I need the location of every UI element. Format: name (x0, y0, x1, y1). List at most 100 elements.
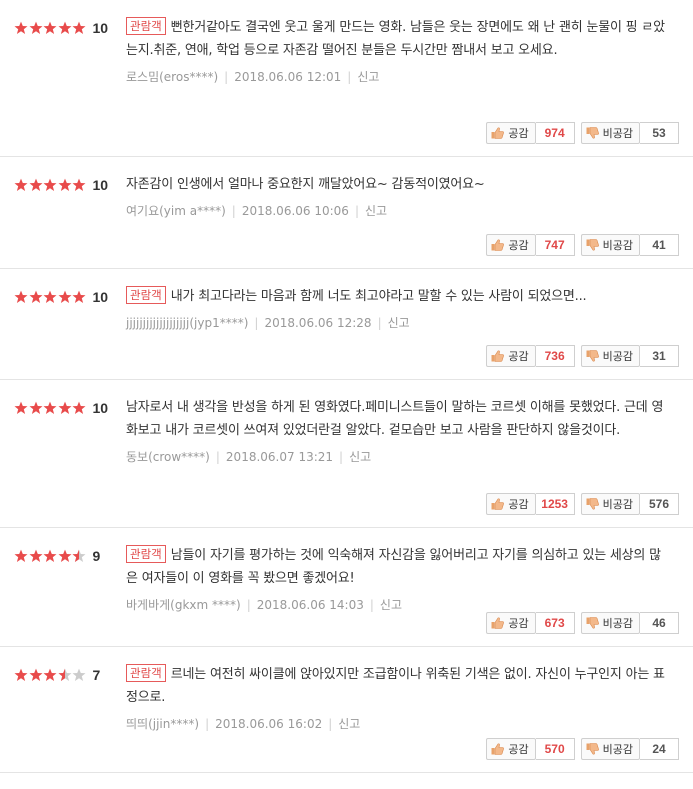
review-date: 2018.06.06 14:03 (256, 598, 364, 612)
thumbs-up-icon (491, 498, 505, 510)
dislike-count: 53 (640, 122, 679, 144)
review-body: 뻔한거같아도 결국엔 웃고 울게 만드는 영화. 남들은 웃는 장면에도 왜 난… (126, 20, 665, 58)
report-link[interactable]: 신고 (365, 204, 387, 218)
review-content: 남자로서 내 생각을 반성을 하게 된 영화였다.페미니스트들이 말하는 코르셋… (126, 396, 666, 466)
dislike-button[interactable]: 비공감 (580, 738, 640, 760)
thumbs-up-icon (491, 127, 505, 139)
like-label: 공감 (508, 127, 529, 140)
meta-divider: | (354, 204, 359, 218)
meta-divider: | (254, 316, 259, 330)
review-content: 자존감이 인생에서 얼마나 중요한지 깨달았어요~ 감동적이였어요~ 여기요(y… (126, 173, 666, 220)
star-rating (14, 549, 87, 563)
star-icon (58, 549, 72, 563)
star-icon (58, 668, 72, 682)
meta-divider: | (377, 316, 382, 330)
review-meta: 로스밈(eros****) | 2018.06.06 12:01 | 신고 (126, 68, 666, 86)
review-date: 2018.06.06 16:02 (215, 717, 323, 731)
star-rating (14, 290, 87, 304)
review-list: 10 관람객 뻔한거같아도 결국엔 웃고 울게 만드는 영화. 남들은 웃는 장면… (0, 0, 693, 773)
star-icon (29, 21, 43, 35)
review-rating: 10 (14, 20, 108, 36)
star-icon (14, 668, 28, 682)
star-icon (29, 290, 43, 304)
review-meta: 띄띄(jjin****) | 2018.06.06 16:02 | 신고 (126, 715, 666, 733)
review-text: 자존감이 인생에서 얼마나 중요한지 깨달았어요~ 감동적이였어요~ (126, 173, 666, 196)
review-meta: jjjjjjjjjjjjjjjjjjj(jyp1****) | 2018.06.06… (126, 314, 666, 332)
star-icon (29, 668, 43, 682)
dislike-button[interactable]: 비공감 (580, 612, 640, 634)
report-link[interactable]: 신고 (338, 717, 360, 731)
reviewer-name[interactable]: 로스밈(eros****) (126, 70, 218, 84)
rating-score: 10 (92, 177, 109, 193)
star-icon (43, 549, 57, 563)
viewer-badge: 관람객 (126, 286, 166, 304)
like-button[interactable]: 공감 (486, 234, 536, 256)
review-date: 2018.06.06 12:28 (264, 316, 372, 330)
meta-divider: | (328, 717, 333, 731)
thumbs-up-icon (491, 617, 505, 629)
rating-score: 9 (92, 548, 101, 564)
review-rating: 9 (14, 548, 100, 564)
dislike-label: 비공감 (602, 239, 633, 252)
like-count: 974 (535, 122, 575, 144)
review-rating: 10 (14, 177, 108, 193)
like-label: 공감 (508, 239, 529, 252)
dislike-label: 비공감 (602, 743, 633, 756)
rating-score: 10 (92, 289, 109, 305)
star-rating (14, 401, 87, 415)
star-icon (14, 178, 28, 192)
thumbs-up-icon (491, 239, 505, 251)
meta-divider: | (215, 450, 220, 464)
star-icon (72, 668, 86, 682)
dislike-button[interactable]: 비공감 (580, 234, 640, 256)
review-item: 7 관람객 르네는 여전히 싸이클에 앉아있지만 조급함이나 위축된 기색은 없이… (0, 647, 693, 773)
review-content: 관람객 르네는 여전히 싸이클에 앉아있지만 조급함이나 위축된 기색은 없이. … (126, 663, 666, 733)
reviewer-name[interactable]: 여기요(yim a****) (126, 204, 226, 218)
review-rating: 10 (14, 400, 108, 416)
star-icon (29, 549, 43, 563)
dislike-button[interactable]: 비공감 (580, 493, 640, 515)
review-meta: 동보(crow****) | 2018.06.07 13:21 | 신고 (126, 448, 666, 466)
like-button[interactable]: 공감 (486, 738, 536, 760)
review-rating: 7 (14, 667, 100, 683)
like-button[interactable]: 공감 (486, 122, 536, 144)
dislike-button[interactable]: 비공감 (580, 345, 640, 367)
report-link[interactable]: 신고 (388, 316, 410, 330)
star-icon (14, 290, 28, 304)
meta-divider: | (224, 70, 229, 84)
reviewer-name[interactable]: 띄띄(jjin****) (126, 717, 199, 731)
report-link[interactable]: 신고 (349, 450, 371, 464)
like-button[interactable]: 공감 (486, 345, 536, 367)
meta-divider: | (205, 717, 210, 731)
star-icon (58, 21, 72, 35)
like-label: 공감 (508, 498, 529, 511)
dislike-button[interactable]: 비공감 (580, 122, 640, 144)
review-date: 2018.06.06 12:01 (234, 70, 342, 84)
star-icon (14, 401, 28, 415)
thumbs-up-icon (491, 350, 505, 362)
report-link[interactable]: 신고 (380, 598, 402, 612)
star-icon (58, 401, 72, 415)
thumbs-down-icon (586, 127, 599, 139)
review-text: 관람객 남들이 자기를 평가하는 것에 익숙해져 자신감을 잃어버리고 자기를 의… (126, 544, 666, 590)
reviewer-name[interactable]: 바게바게(gkxm ****) (126, 598, 241, 612)
like-button[interactable]: 공감 (486, 612, 536, 634)
like-count: 570 (535, 738, 575, 760)
vote-buttons: 공감 747 비공감 41 (486, 234, 679, 256)
thumbs-down-icon (586, 743, 599, 755)
like-button[interactable]: 공감 (486, 493, 536, 515)
vote-buttons: 공감 570 비공감 24 (486, 738, 679, 760)
vote-buttons: 공감 1253 비공감 576 (486, 493, 679, 515)
review-date: 2018.06.06 10:06 (241, 204, 349, 218)
review-text: 관람객 내가 최고다라는 마음과 함께 너도 최고야라고 말할 수 있는 사람이 … (126, 285, 666, 308)
reviewer-name[interactable]: jjjjjjjjjjjjjjjjjjj(jyp1****) (126, 316, 248, 330)
thumbs-down-icon (586, 498, 599, 510)
report-link[interactable]: 신고 (357, 70, 379, 84)
reviewer-name[interactable]: 동보(crow****) (126, 450, 210, 464)
meta-divider: | (369, 598, 374, 612)
meta-divider: | (347, 70, 352, 84)
star-rating (14, 178, 87, 192)
dislike-count: 24 (640, 738, 679, 760)
star-icon (14, 549, 28, 563)
like-count: 673 (535, 612, 575, 634)
